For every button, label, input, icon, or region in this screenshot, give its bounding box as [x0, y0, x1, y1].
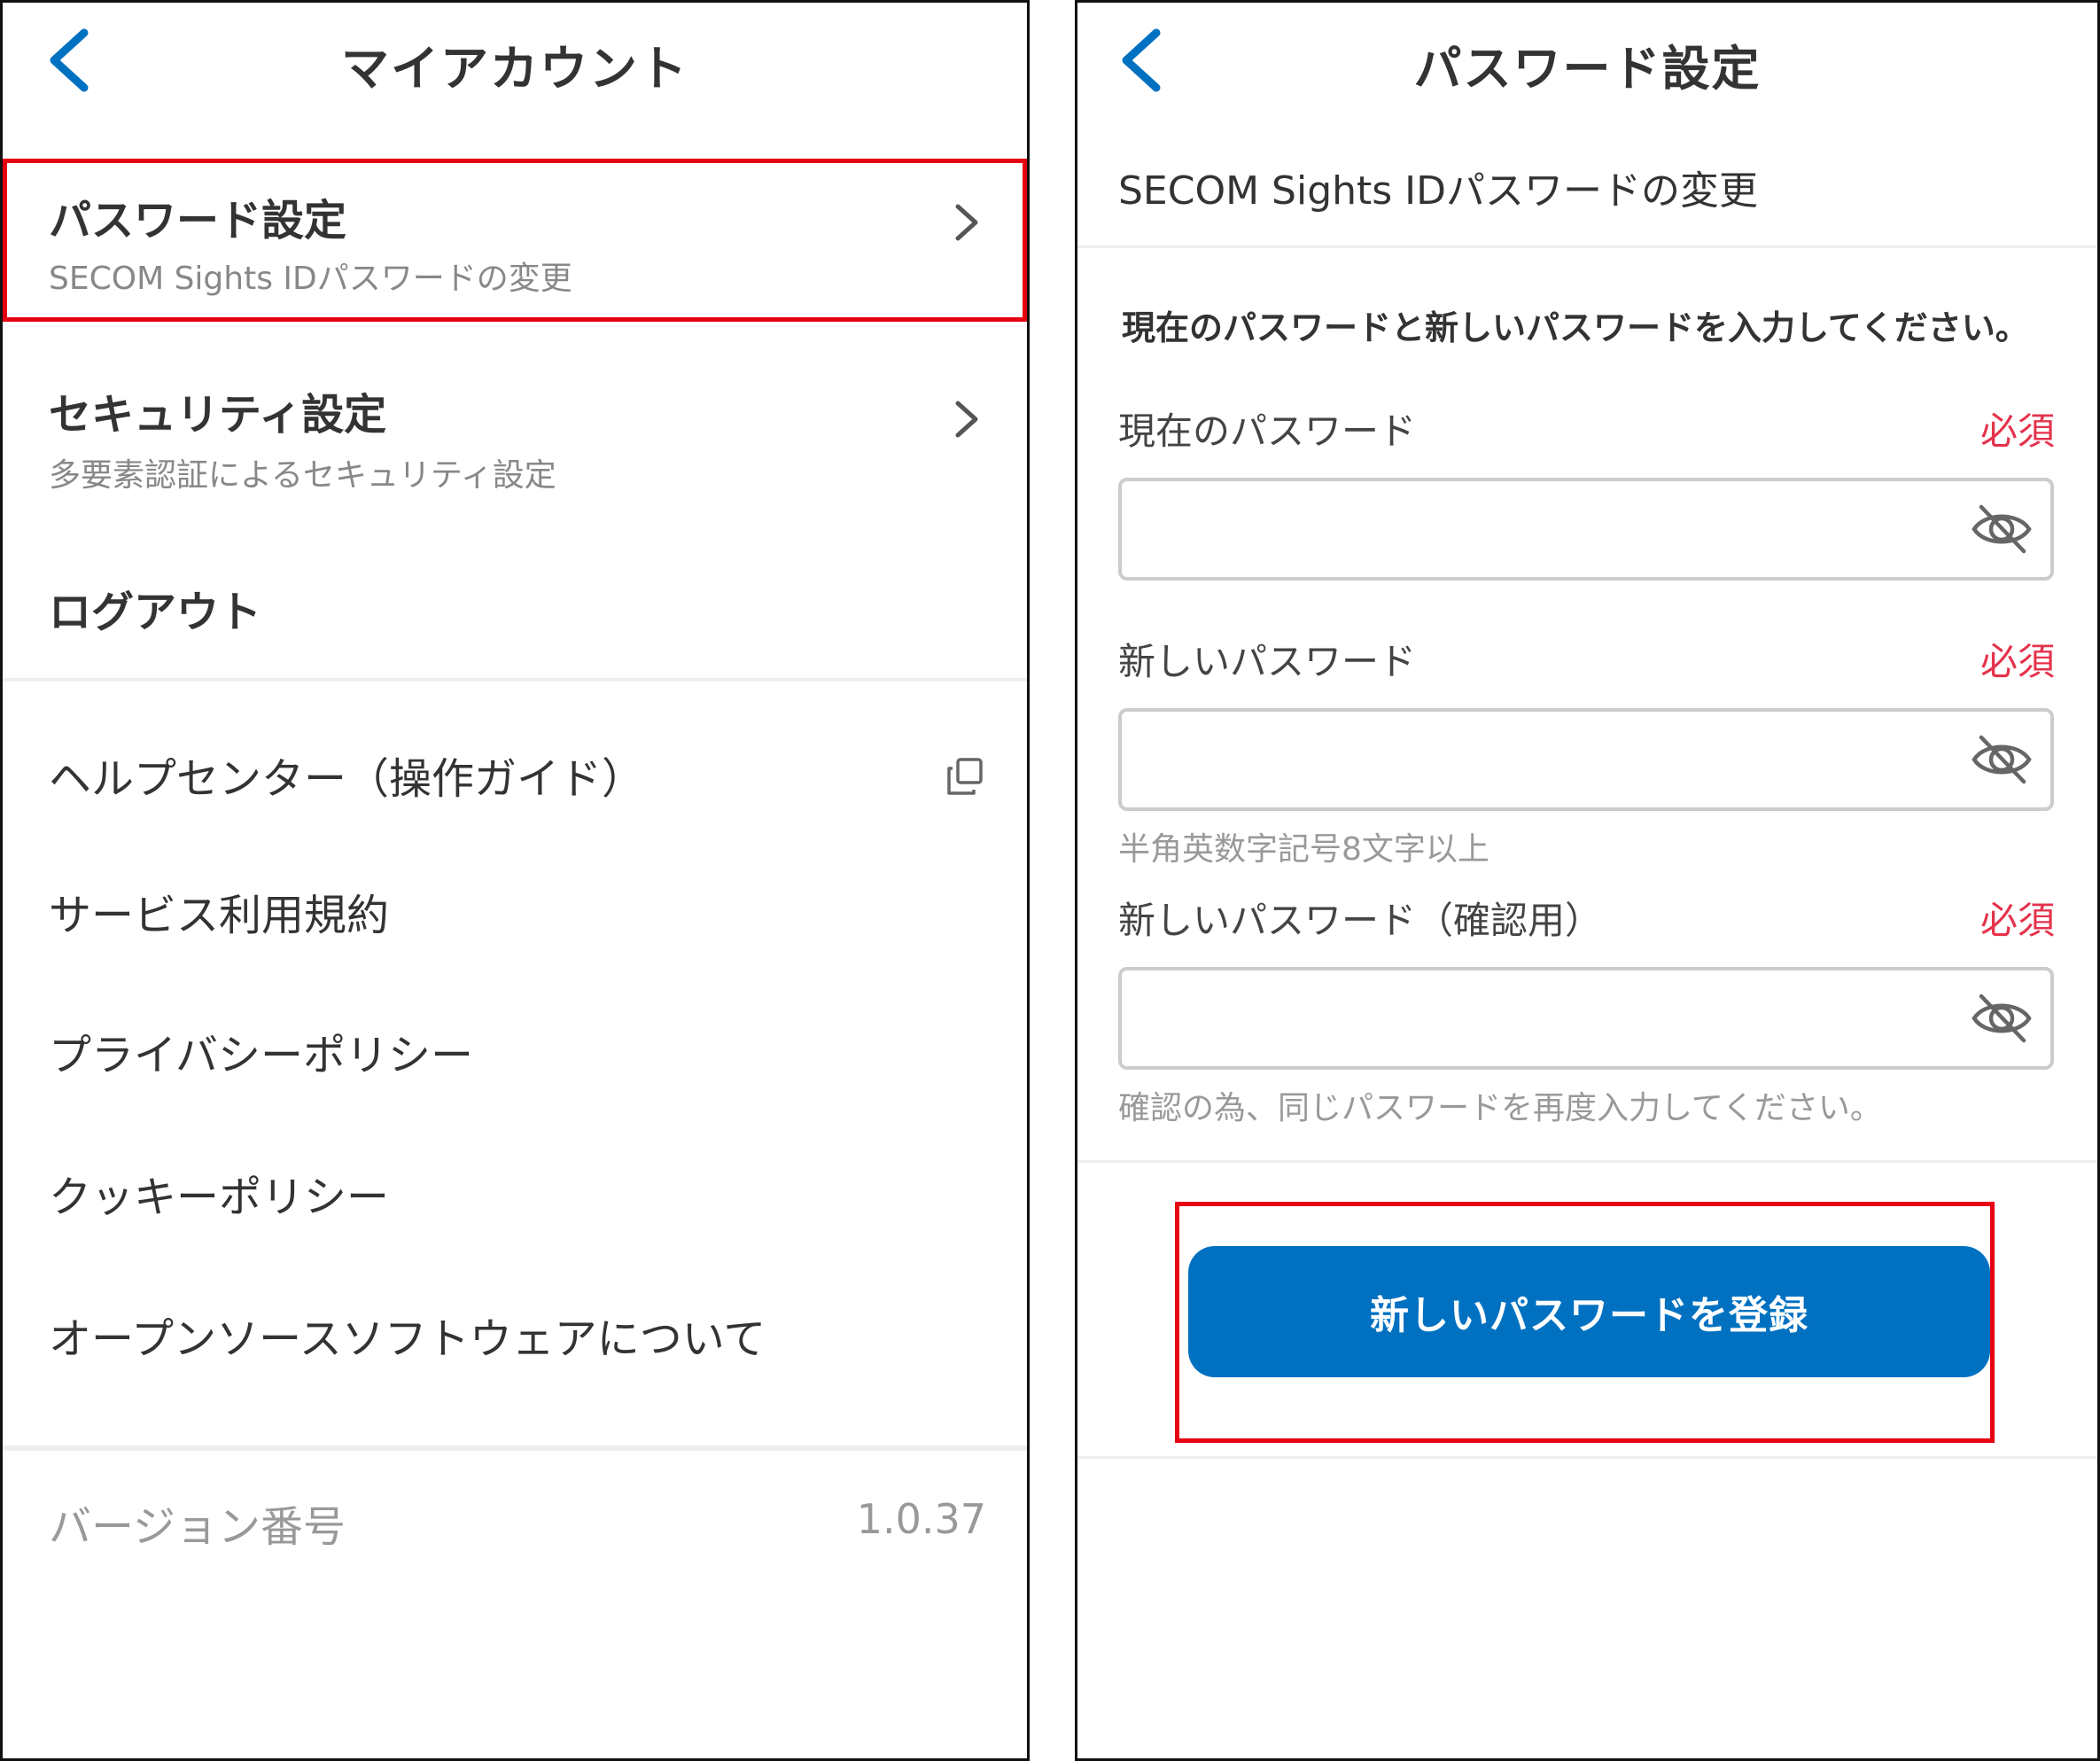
version-label: バージョン番号	[49, 1502, 346, 1552]
open-source-software-link[interactable]: オープンソースソフトウェアについて	[49, 1304, 766, 1366]
current-password-field[interactable]	[1118, 478, 2054, 581]
divider	[1077, 1160, 2097, 1163]
help-center-label: ヘルプセンター（操作ガイド）	[49, 754, 645, 804]
page-title: マイアカウント	[341, 41, 688, 97]
confirm-password-label: 新しいパスワード（確認用）	[1118, 899, 1603, 942]
divider	[1077, 1456, 2097, 1459]
new-password-hint: 半角英数字記号8文字以上	[1118, 831, 1489, 868]
confirm-password-input[interactable]	[1122, 970, 2050, 1066]
password-settings-screen: パスワード設定 SECOM Sights IDパスワードの変更 現在のパスワード…	[1075, 0, 2100, 1761]
external-link-icon	[947, 758, 983, 795]
privacy-policy-link[interactable]: プライバシーポリシー	[49, 1020, 473, 1082]
help-center-link[interactable]: ヘルプセンター（操作ガイド）	[3, 744, 1027, 832]
required-badge: 必須	[1979, 640, 2055, 683]
version-number: 1.0.37	[856, 1495, 986, 1543]
instruction-text: 現在のパスワードと新しいパスワードを入力してください。	[1122, 308, 2029, 347]
required-badge: 必須	[1979, 409, 2055, 453]
confirm-password-field[interactable]	[1118, 967, 2054, 1070]
password-settings-title: パスワード設定	[49, 196, 347, 245]
password-settings-row[interactable]: パスワード設定 SECOM Sights IDパスワードの変更	[3, 160, 1027, 320]
new-password-label: 新しいパスワード	[1118, 640, 1417, 683]
security-settings-subtitle: 多要素認証によるセキュリティ設定	[49, 457, 556, 494]
subheading: SECOM Sights IDパスワードの変更	[1118, 168, 1759, 214]
chevron-right-icon	[955, 204, 978, 241]
eye-off-icon[interactable]	[1969, 727, 2034, 792]
terms-of-service-link[interactable]: サービス利用規約	[49, 880, 389, 942]
chevron-right-icon	[955, 401, 978, 438]
divider	[3, 1445, 1027, 1451]
divider	[1077, 245, 2097, 248]
my-account-screen: マイアカウント パスワード設定 SECOM Sights IDパスワードの変更 …	[0, 0, 1030, 1761]
password-settings-subtitle: SECOM Sights IDパスワードの変更	[49, 261, 572, 297]
register-new-password-button[interactable]: 新しいパスワードを登録	[1188, 1246, 1990, 1377]
current-password-input[interactable]	[1122, 481, 2050, 577]
page-title: パスワード設定	[1413, 41, 1762, 97]
security-settings-title: セキュリティ設定	[49, 390, 387, 440]
eye-off-icon[interactable]	[1969, 986, 2034, 1051]
logout-button[interactable]: ログアウト	[49, 577, 261, 639]
confirm-password-hint: 確認の為、同じパスワードを再度入力してください。	[1118, 1090, 1882, 1126]
current-password-label: 現在のパスワード	[1118, 409, 1417, 453]
required-badge: 必須	[1979, 899, 2055, 942]
divider	[3, 678, 1027, 682]
eye-off-icon[interactable]	[1969, 496, 2034, 562]
new-password-input[interactable]	[1122, 712, 2050, 807]
security-settings-row[interactable]: セキュリティ設定 多要素認証によるセキュリティ設定	[3, 357, 1027, 517]
new-password-field[interactable]	[1118, 708, 2054, 811]
cookie-policy-link[interactable]: クッキーポリシー	[49, 1162, 389, 1224]
